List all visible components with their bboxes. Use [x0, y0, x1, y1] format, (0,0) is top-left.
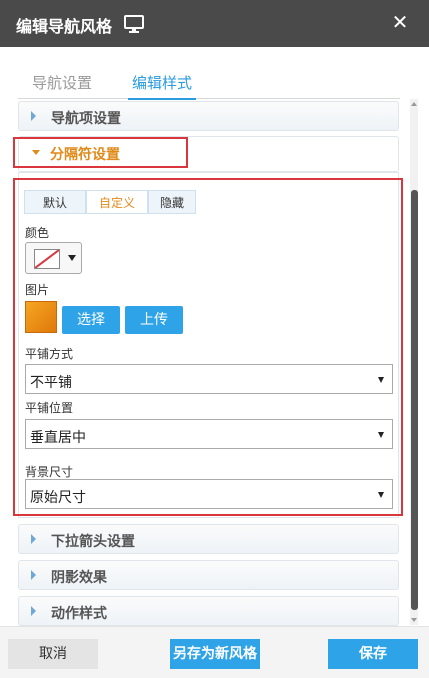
chevron-right-icon	[31, 111, 36, 121]
monitor-icon	[124, 15, 144, 33]
section-label: 导航项设置	[51, 111, 121, 127]
window-title: 编辑导航风格	[16, 17, 113, 36]
section-label: 动作样式	[51, 606, 107, 622]
section-label: 下拉箭头设置	[51, 534, 135, 550]
chevron-right-icon	[31, 570, 36, 580]
tab-bar: 导航设置 编辑样式	[18, 70, 400, 100]
save-button[interactable]: 保存	[328, 639, 418, 669]
section-shadow[interactable]: 阴影效果	[18, 560, 399, 590]
cancel-button[interactable]: 取消	[8, 639, 98, 669]
highlight-box-panel	[13, 178, 403, 516]
section-nav-item[interactable]: 导航项设置	[18, 101, 399, 131]
section-dropdown-arrow[interactable]: 下拉箭头设置	[18, 524, 399, 554]
save-as-new-button[interactable]: 另存为新风格	[170, 639, 260, 669]
scroll-down-icon[interactable]	[410, 616, 418, 624]
close-icon[interactable]: ✕	[390, 12, 410, 32]
tab-nav-settings[interactable]: 导航设置	[32, 74, 92, 98]
highlight-box-header	[13, 137, 188, 168]
scroll-up-icon[interactable]	[410, 100, 418, 108]
scrollbar-thumb[interactable]	[411, 190, 418, 610]
section-label: 阴影效果	[51, 570, 107, 586]
title-bar: 编辑导航风格 ✕	[0, 0, 429, 47]
chevron-right-icon	[31, 534, 36, 544]
tab-edit-style[interactable]: 编辑样式	[128, 74, 197, 100]
section-action-style[interactable]: 动作样式	[18, 596, 399, 626]
chevron-right-icon	[31, 606, 36, 616]
